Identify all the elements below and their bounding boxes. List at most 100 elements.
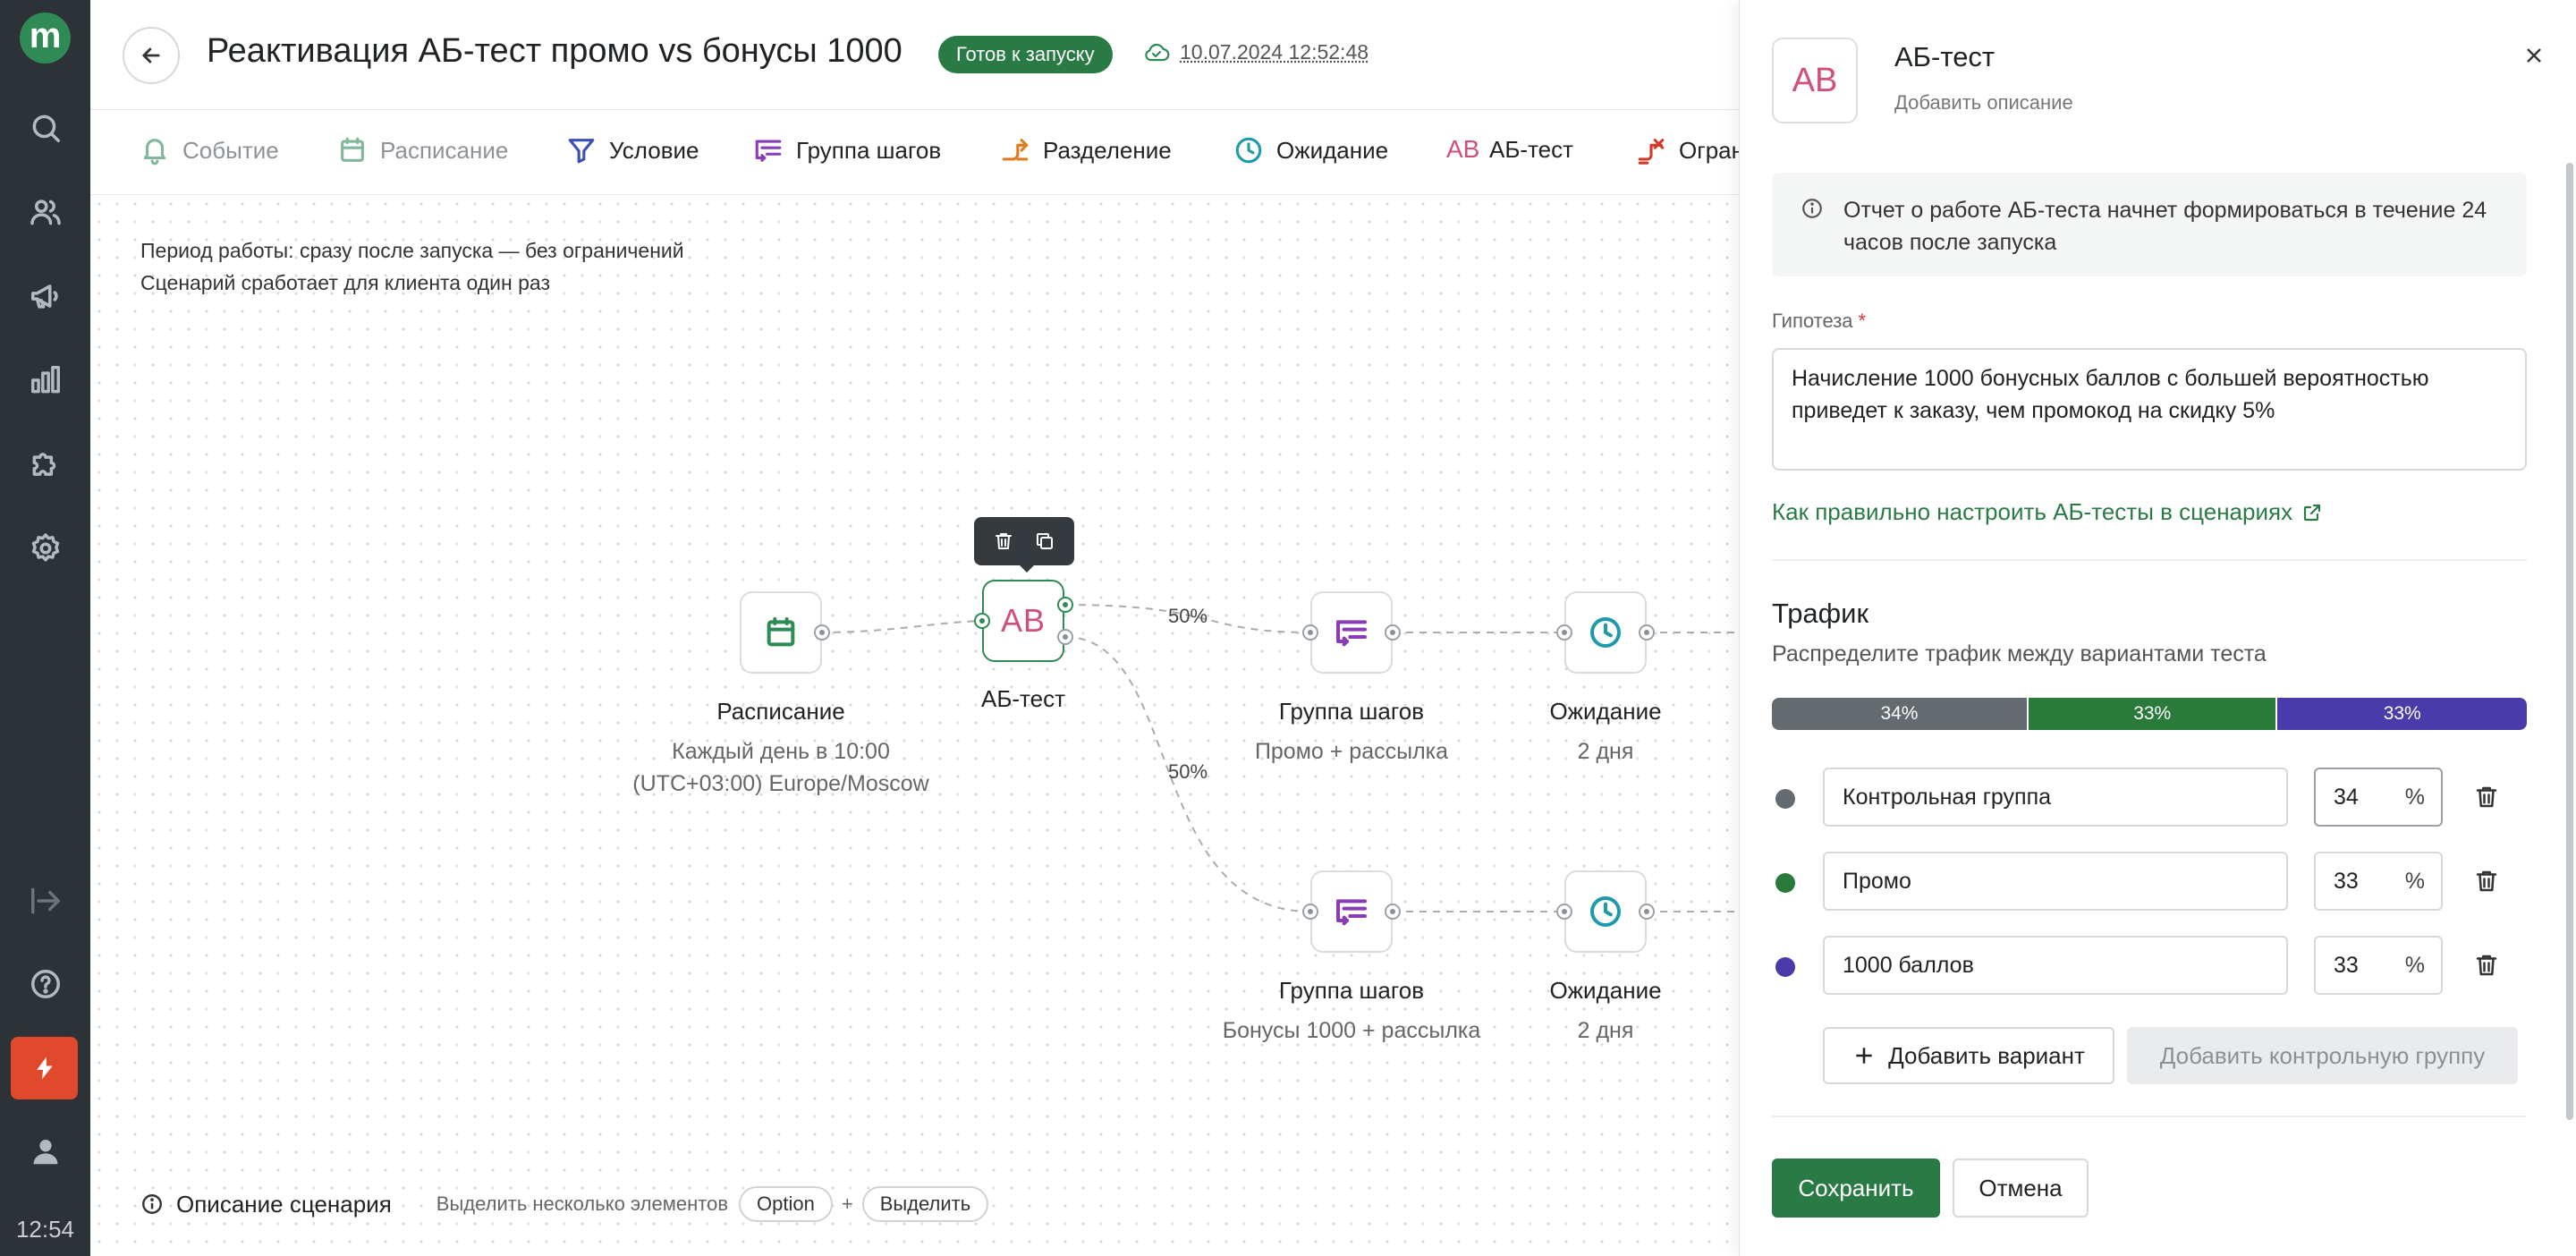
help-icon[interactable]: [23, 962, 68, 1006]
input-port[interactable]: [1302, 624, 1318, 641]
limit-icon: [1638, 139, 1665, 165]
output-port[interactable]: [1385, 624, 1401, 641]
megaphone-icon[interactable]: [23, 274, 68, 318]
scenario-canvas[interactable]: Период работы: сразу после запуска — без…: [90, 195, 1739, 1256]
tool-ab-test[interactable]: AB АБ-тест: [1446, 135, 1573, 164]
page-title: Реактивация АБ-тест промо vs бонусы 1000: [207, 32, 902, 70]
help-link[interactable]: Как правильно настроить АБ-тесты в сцена…: [1772, 498, 2323, 526]
node-wait[interactable]: [1564, 870, 1647, 953]
flash-icon[interactable]: [11, 1037, 78, 1099]
divider: [1772, 1116, 2527, 1117]
tool-wait[interactable]: Ожидание: [1233, 135, 1388, 165]
delete-variant-button[interactable]: [2473, 952, 2500, 979]
edges: [819, 604, 1739, 912]
bell-icon: [143, 139, 166, 165]
close-button[interactable]: [2516, 38, 2552, 73]
users-icon[interactable]: [23, 190, 68, 234]
node-step-group[interactable]: [1310, 870, 1393, 953]
panel-title: АБ-тест: [1894, 41, 1996, 72]
input-port[interactable]: [1302, 904, 1318, 920]
tool-limit[interactable]: Ограничение: [1636, 135, 1739, 165]
add-variant-button[interactable]: Добавить вариант: [1823, 1027, 2114, 1084]
clock-icon: [1590, 896, 1621, 927]
steps-icon: [1336, 620, 1367, 647]
tool-label: Разделение: [1043, 136, 1172, 164]
variant-percent-input[interactable]: 34 %: [2314, 768, 2443, 827]
variant-name-input[interactable]: Промо: [1823, 852, 2288, 911]
chart-icon[interactable]: [23, 358, 68, 403]
variant-percent-input[interactable]: 33 %: [2314, 852, 2443, 911]
tool-schedule[interactable]: Расписание: [337, 135, 508, 165]
tool-event[interactable]: Событие: [140, 135, 279, 165]
variant-percent-value: 33: [2334, 869, 2359, 894]
output-port[interactable]: [814, 624, 830, 641]
arrow-left-icon: [142, 47, 160, 64]
output-port-a[interactable]: [1057, 597, 1073, 613]
ab-icon: AB: [1000, 602, 1046, 639]
collapse-icon[interactable]: [23, 878, 68, 923]
input-port[interactable]: [1556, 904, 1572, 920]
app-logo[interactable]: m: [20, 13, 71, 64]
multiselect-hint: Выделить несколько элементов: [436, 1192, 729, 1215]
calendar-icon: [341, 137, 364, 162]
tool-label: Условие: [609, 136, 699, 164]
node-subtitle-line: (UTC+03:00) Europe/Moscow: [632, 771, 929, 796]
edge-label: 50%: [1168, 760, 1208, 783]
traffic-subtitle: Распределите трафик между вариантами тес…: [1772, 641, 2267, 666]
variant-percent-input[interactable]: 33 %: [2314, 936, 2443, 995]
settings-icon[interactable]: [23, 526, 68, 571]
input-port[interactable]: [1556, 624, 1572, 641]
tool-label: Ограничение: [1679, 136, 1739, 164]
variant-name-input[interactable]: Контрольная группа: [1823, 768, 2288, 827]
variant-row: 1000 баллов 33 %: [1772, 936, 2527, 995]
trash-icon[interactable]: [993, 530, 1014, 552]
profile-icon[interactable]: [23, 1129, 68, 1174]
scenario-description-link[interactable]: Описание сценария: [140, 1191, 392, 1218]
search-icon[interactable]: [23, 106, 68, 150]
input-port[interactable]: [974, 613, 990, 629]
variant-color-dot: [1775, 957, 1795, 977]
node-subtitle: 2 дня: [1577, 739, 1634, 764]
panel-scrollbar[interactable]: [2566, 163, 2573, 1120]
cancel-button[interactable]: Отмена: [1953, 1158, 2089, 1218]
divider: [1772, 559, 2527, 561]
variant-name-input[interactable]: 1000 баллов: [1823, 936, 2288, 995]
edge-schedule-ab: [819, 620, 991, 633]
traffic-segment: 34%: [1772, 698, 2029, 730]
tool-label: Расписание: [380, 136, 509, 164]
tool-label: Ожидание: [1276, 136, 1389, 164]
add-control-group-button[interactable]: Добавить контрольную группу: [2127, 1027, 2518, 1084]
node-ab-test[interactable]: AB: [982, 580, 1064, 662]
saved-status[interactable]: 10.07.2024 12:52:48: [1142, 40, 1368, 64]
hypothesis-label: Гипотеза *: [1772, 310, 1866, 333]
node-step-group[interactable]: [1310, 591, 1393, 674]
node-title: Расписание: [716, 698, 845, 725]
output-port-b[interactable]: [1057, 629, 1073, 645]
output-port[interactable]: [1385, 904, 1401, 920]
hypothesis-label-text: Гипотеза: [1772, 310, 1853, 332]
hypothesis-input[interactable]: Начисление 1000 бонусных баллов с больше…: [1772, 348, 2527, 471]
puzzle-icon[interactable]: [23, 442, 68, 487]
tool-step-group[interactable]: Группа шагов: [753, 135, 941, 165]
status-badge: Готов к запуску: [938, 36, 1113, 73]
clock-icon: [1235, 137, 1262, 164]
back-button[interactable]: [123, 27, 180, 84]
tool-condition[interactable]: Условие: [566, 135, 699, 165]
add-description-link[interactable]: Добавить описание: [1894, 91, 2073, 115]
variant-color-dot: [1775, 873, 1795, 893]
output-port[interactable]: [1639, 624, 1655, 641]
node-wait[interactable]: [1564, 591, 1647, 674]
info-notice: Отчет о работе АБ-теста начнет формирова…: [1772, 173, 2527, 276]
copy-icon[interactable]: [1034, 530, 1055, 552]
close-icon: [2527, 48, 2541, 63]
variant-row: Контрольная группа 34 %: [1772, 768, 2527, 827]
required-mark: *: [1858, 310, 1867, 332]
node-schedule[interactable]: [740, 591, 822, 674]
delete-variant-button[interactable]: [2473, 868, 2500, 895]
output-port[interactable]: [1639, 904, 1655, 920]
info-icon: [1802, 199, 1822, 218]
tool-split[interactable]: Разделение: [1000, 135, 1172, 165]
save-button[interactable]: Сохранить: [1772, 1158, 1940, 1218]
delete-variant-button[interactable]: [2473, 784, 2500, 810]
node-title: Ожидание: [1549, 698, 1662, 725]
